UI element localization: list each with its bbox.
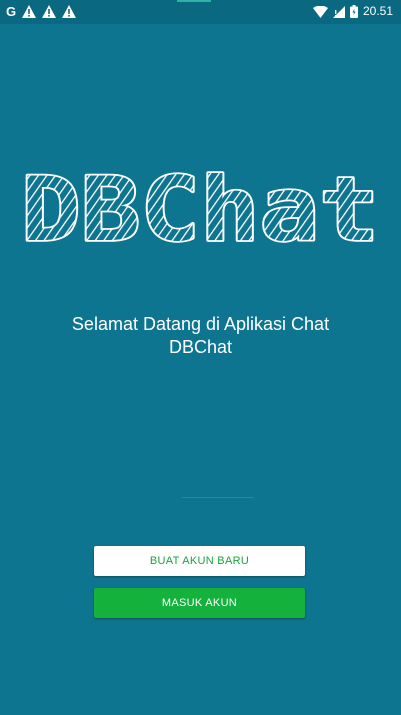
app-logo: DBChat: [0, 168, 401, 258]
status-left-icons: G: [6, 3, 77, 20]
warning-icon: [62, 5, 77, 18]
status-accent-line: [177, 0, 211, 2]
signal-icon: [332, 5, 345, 18]
status-bar: G 20.51: [0, 0, 401, 24]
wifi-icon: [312, 5, 328, 18]
logo-text: DBChat: [21, 168, 379, 258]
status-right-icons: 20.51: [312, 3, 393, 20]
login-button[interactable]: MASUK AKUN: [94, 588, 305, 618]
clock: 20.51: [362, 4, 393, 18]
google-icon: G: [6, 4, 17, 19]
battery-icon: [349, 5, 358, 18]
divider: [182, 497, 254, 498]
create-account-button[interactable]: BUAT AKUN BARU: [94, 546, 305, 576]
welcome-message: Selamat Datang di Aplikasi Chat DBChat: [0, 313, 401, 359]
warning-icon: [22, 5, 37, 18]
welcome-line-1: Selamat Datang di Aplikasi Chat: [71, 314, 330, 334]
welcome-line-2: DBChat: [168, 337, 233, 357]
warning-icon: [42, 5, 57, 18]
